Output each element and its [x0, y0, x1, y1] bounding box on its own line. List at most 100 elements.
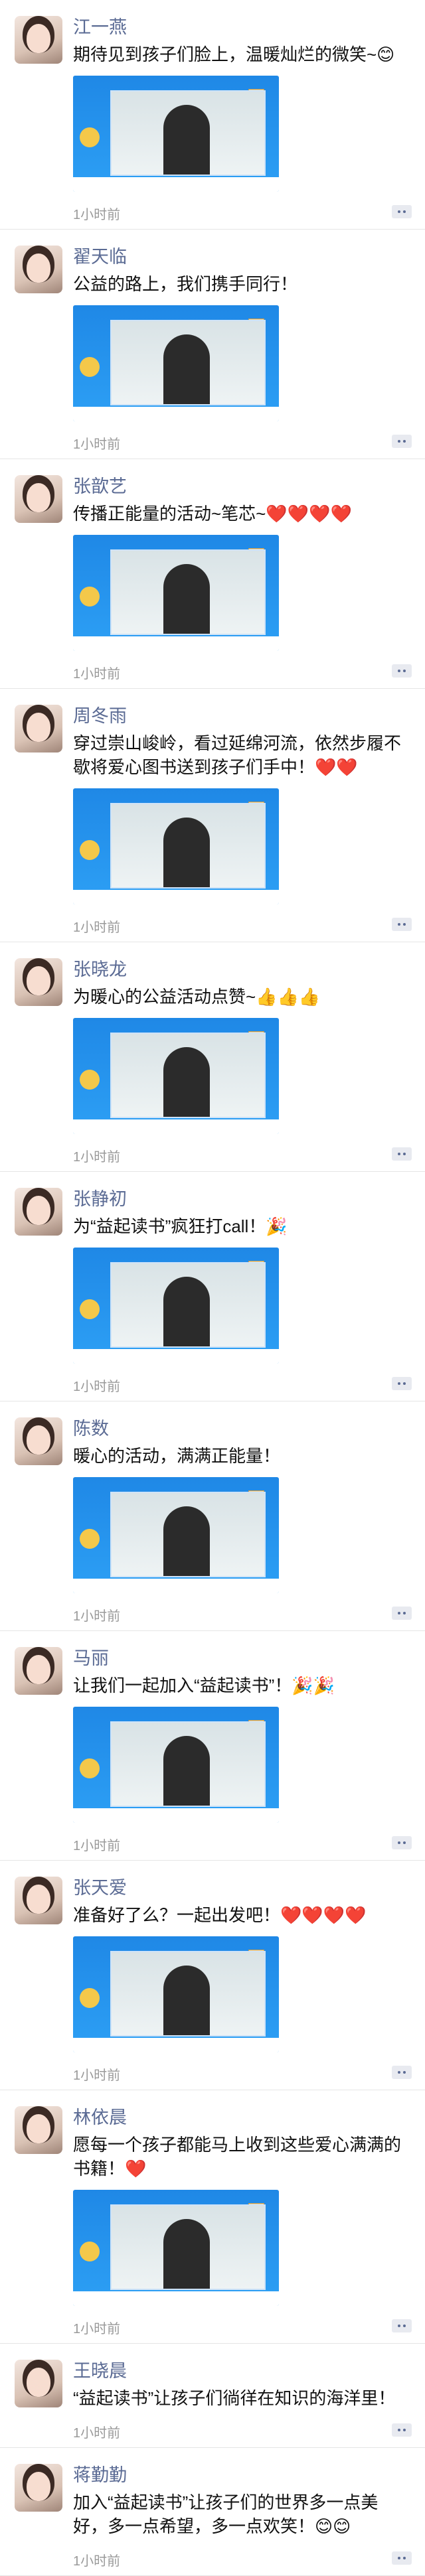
post-image[interactable] [73, 2190, 279, 2306]
post-text: 让我们一起加入“益起读书”！🎉🎉 [73, 1676, 335, 1695]
poster-name[interactable]: 张天爱 [73, 1875, 412, 1900]
sponsor-strip [73, 1349, 279, 1364]
photo-frame [110, 1262, 266, 1348]
post-image[interactable] [73, 1018, 279, 1134]
post-text: 传播正能量的活动~笔芯~❤️❤️❤️❤️ [73, 504, 352, 524]
poster-name[interactable]: 张歆艺 [73, 474, 412, 499]
moment-post: 王晓晨 “益起读书”让孩子们徜徉在知识的海洋里！ 1小时前 [0, 2344, 425, 2448]
poster-name[interactable]: 陈数 [73, 1416, 412, 1441]
post-time: 1小时前 [73, 1839, 121, 1853]
comment-menu-icon[interactable] [392, 664, 412, 678]
avatar[interactable] [15, 246, 62, 293]
avatar[interactable] [15, 2106, 62, 2154]
post-text: 暖心的活动，满满正能量！ [73, 1446, 281, 1466]
comment-menu-icon[interactable] [392, 2319, 412, 2332]
photo-frame [110, 320, 266, 405]
avatar[interactable] [15, 2360, 62, 2407]
poster-name[interactable]: 张静初 [73, 1186, 412, 1212]
post-text: 准备好了么？一起出发吧！❤️❤️❤️❤️ [73, 1905, 367, 1925]
comment-menu-icon[interactable] [392, 1147, 412, 1161]
sponsor-strip [73, 177, 279, 192]
sunflower-icon [80, 840, 100, 860]
post-image[interactable] [73, 1707, 279, 1823]
moment-post: 翟天临 公益的路上，我们携手同行！ 1小时前 [0, 230, 425, 459]
comment-menu-icon[interactable] [392, 205, 412, 218]
post-time: 1小时前 [73, 920, 121, 935]
post-time: 1小时前 [73, 1150, 121, 1165]
post-meta: 1小时前 [73, 910, 412, 942]
post-time: 1小时前 [73, 2322, 121, 2336]
post-image[interactable] [73, 76, 279, 192]
sponsor-strip [73, 2291, 279, 2306]
photo-frame [110, 1951, 266, 2037]
moment-post: 张天爱 准备好了么？一起出发吧！❤️❤️❤️❤️ 1小时前 [0, 1861, 425, 2090]
poster-name[interactable]: 蒋勤勤 [73, 2463, 412, 2488]
avatar[interactable] [15, 705, 62, 752]
poster-name[interactable]: 江一燕 [73, 15, 412, 40]
post-meta: 1小时前 [73, 2415, 412, 2447]
post-image[interactable] [73, 1248, 279, 1364]
comment-menu-icon[interactable] [392, 2066, 412, 2079]
poster-name[interactable]: 马丽 [73, 1646, 412, 1671]
post-meta: 1小时前 [73, 1599, 412, 1630]
comment-menu-icon[interactable] [392, 918, 412, 931]
poster-name[interactable]: 翟天临 [73, 244, 412, 269]
sunflower-icon [80, 587, 100, 607]
post-meta: 1小时前 [73, 1828, 412, 1860]
avatar[interactable] [15, 475, 62, 523]
comment-menu-icon[interactable] [392, 1377, 412, 1390]
post-text: 公益的路上，我们携手同行！ [73, 274, 298, 294]
sunflower-icon [80, 127, 100, 147]
poster-name[interactable]: 林依晨 [73, 2105, 412, 2130]
poster-name[interactable]: 张晓龙 [73, 957, 412, 982]
post-time: 1小时前 [73, 437, 121, 452]
avatar[interactable] [15, 958, 62, 1006]
photo-frame [110, 1033, 266, 1118]
photo-frame [110, 803, 266, 889]
comment-menu-icon[interactable] [392, 1607, 412, 1620]
avatar[interactable] [15, 1417, 62, 1465]
comment-menu-icon[interactable] [392, 2423, 412, 2437]
comment-menu-icon[interactable] [392, 2551, 412, 2565]
photo-frame [110, 90, 266, 176]
post-meta: 1小时前 [73, 197, 412, 229]
post-image[interactable] [73, 788, 279, 904]
sponsor-strip [73, 890, 279, 904]
avatar[interactable] [15, 1188, 62, 1236]
post-image[interactable] [73, 305, 279, 421]
comment-menu-icon[interactable] [392, 1836, 412, 1849]
poster-name[interactable]: 周冬雨 [73, 703, 412, 729]
poster-name[interactable]: 王晓晨 [73, 2358, 412, 2384]
post-time: 1小时前 [73, 2426, 121, 2441]
sunflower-icon [80, 1758, 100, 1778]
post-meta: 1小时前 [73, 656, 412, 688]
photo-frame [110, 549, 266, 635]
avatar[interactable] [15, 1647, 62, 1695]
sunflower-icon [80, 1529, 100, 1549]
post-image[interactable] [73, 535, 279, 651]
sunflower-icon [80, 1988, 100, 2008]
post-text: 加入“益起读书”让孩子们的世界多一点美好，多一点希望，多一点欢笑！😊😊 [73, 2492, 379, 2536]
post-image[interactable] [73, 1936, 279, 2052]
avatar[interactable] [15, 2464, 62, 2512]
post-time: 1小时前 [73, 667, 121, 681]
post-text: “益起读书”让孩子们徜徉在知识的海洋里！ [73, 2388, 396, 2408]
post-image[interactable] [73, 1477, 279, 1593]
sponsor-strip [73, 1119, 279, 1134]
moment-post: 陈数 暖心的活动，满满正能量！ 1小时前 [0, 1401, 425, 1631]
post-text: 愿每一个孩子都能马上收到这些爱心满满的书籍！❤️ [73, 2135, 402, 2179]
post-time: 1小时前 [73, 1380, 121, 1394]
avatar[interactable] [15, 16, 62, 64]
post-meta: 1小时前 [73, 2543, 412, 2575]
sponsor-strip [73, 407, 279, 421]
moment-post: 蒋勤勤 加入“益起读书”让孩子们的世界多一点美好，多一点希望，多一点欢笑！😊😊 … [0, 2448, 425, 2576]
avatar[interactable] [15, 1877, 62, 1924]
sponsor-strip [73, 636, 279, 651]
moments-feed: 江一燕 期待见到孩子们脸上，温暖灿烂的微笑~😊 1小时前 翟天临 公益的路上，我… [0, 0, 425, 2576]
comment-menu-icon[interactable] [392, 435, 412, 448]
photo-frame [110, 1721, 266, 1807]
post-text: 为暖心的公益活动点赞~👍👍👍 [73, 987, 321, 1007]
sponsor-strip [73, 1808, 279, 1823]
sponsor-strip [73, 2038, 279, 2052]
photo-frame [110, 2204, 266, 2290]
